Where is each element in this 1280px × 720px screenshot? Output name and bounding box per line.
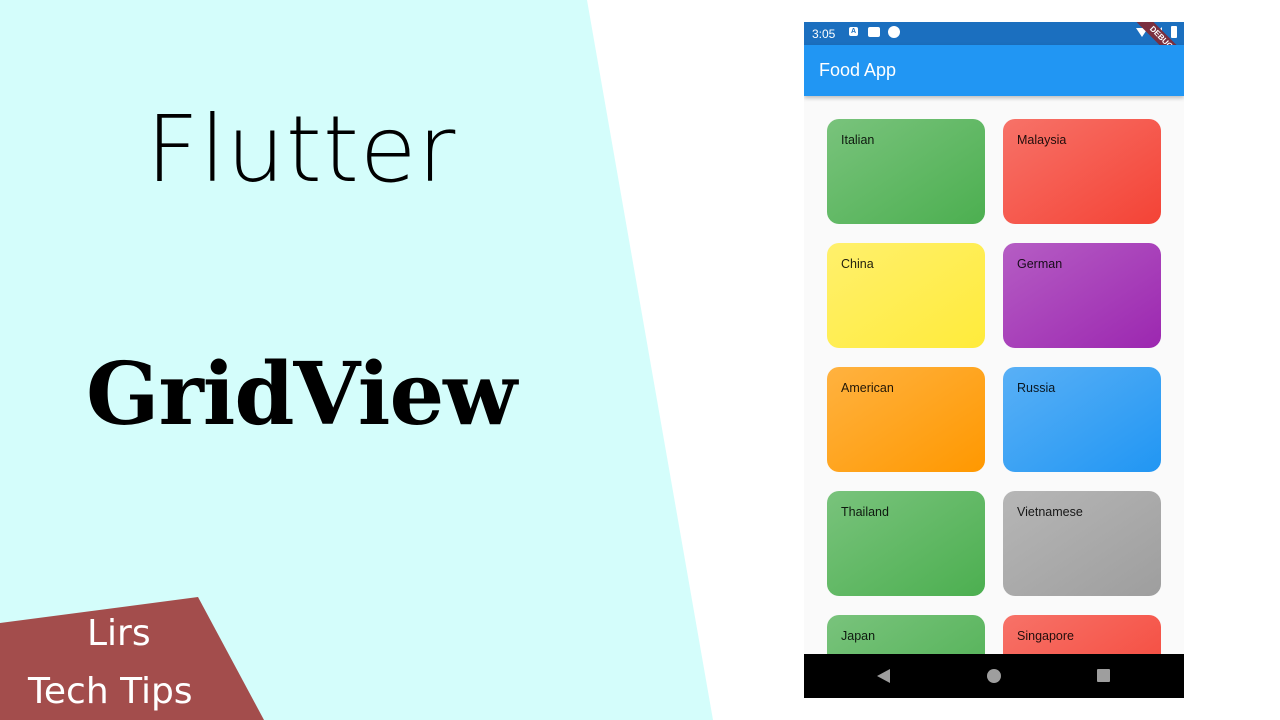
grid-card[interactable]: Vietnamese bbox=[1003, 491, 1161, 596]
grid-card[interactable]: German bbox=[1003, 243, 1161, 348]
grid-card-label: German bbox=[1017, 257, 1063, 271]
recent-apps-icon[interactable] bbox=[1097, 669, 1110, 682]
battery-icon bbox=[1171, 26, 1177, 38]
app-title: Food App bbox=[819, 60, 897, 80]
navigation-bar bbox=[804, 654, 1184, 698]
status-bar: 3:05 A DEBUG bbox=[804, 22, 1184, 75]
brand-tagline: Tech Tips bbox=[28, 671, 193, 712]
grid-card[interactable]: Thailand bbox=[827, 491, 985, 596]
grid-card-label: Italian bbox=[841, 133, 875, 147]
brand-badge: Lirs Tech Tips bbox=[0, 0, 300, 720]
phone-screen: 3:05 A DEBUG Food App Italian Malaysia Chi… bbox=[804, 22, 1184, 698]
grid-card[interactable]: Russia bbox=[1003, 367, 1161, 472]
grid-card-label: Singapore bbox=[1017, 629, 1074, 643]
grid-card[interactable]: American bbox=[827, 367, 985, 472]
app-f-icon bbox=[888, 26, 900, 38]
home-icon[interactable] bbox=[987, 669, 1001, 683]
grid-card-label: American bbox=[841, 381, 894, 395]
grid-card-label: Japan bbox=[841, 629, 876, 643]
grid-card[interactable]: Malaysia bbox=[1003, 119, 1161, 224]
grid-card-label: Vietnamese bbox=[1017, 505, 1083, 519]
app-bar: Food App bbox=[804, 45, 1184, 96]
brand-name: Lirs bbox=[87, 613, 151, 654]
brand-shape bbox=[0, 597, 264, 720]
grid-card-label: Thailand bbox=[841, 505, 889, 519]
grid-card-label: Malaysia bbox=[1017, 133, 1067, 147]
message-icon bbox=[868, 27, 880, 37]
grid-card-label: China bbox=[841, 257, 874, 271]
grid-card[interactable]: Italian bbox=[827, 119, 985, 224]
grid-card[interactable]: China bbox=[827, 243, 985, 348]
status-time: 3:05 bbox=[812, 27, 836, 41]
back-icon[interactable] bbox=[877, 669, 890, 683]
grid-card-label: Russia bbox=[1017, 381, 1056, 395]
accessibility-a-icon: A bbox=[849, 27, 858, 36]
